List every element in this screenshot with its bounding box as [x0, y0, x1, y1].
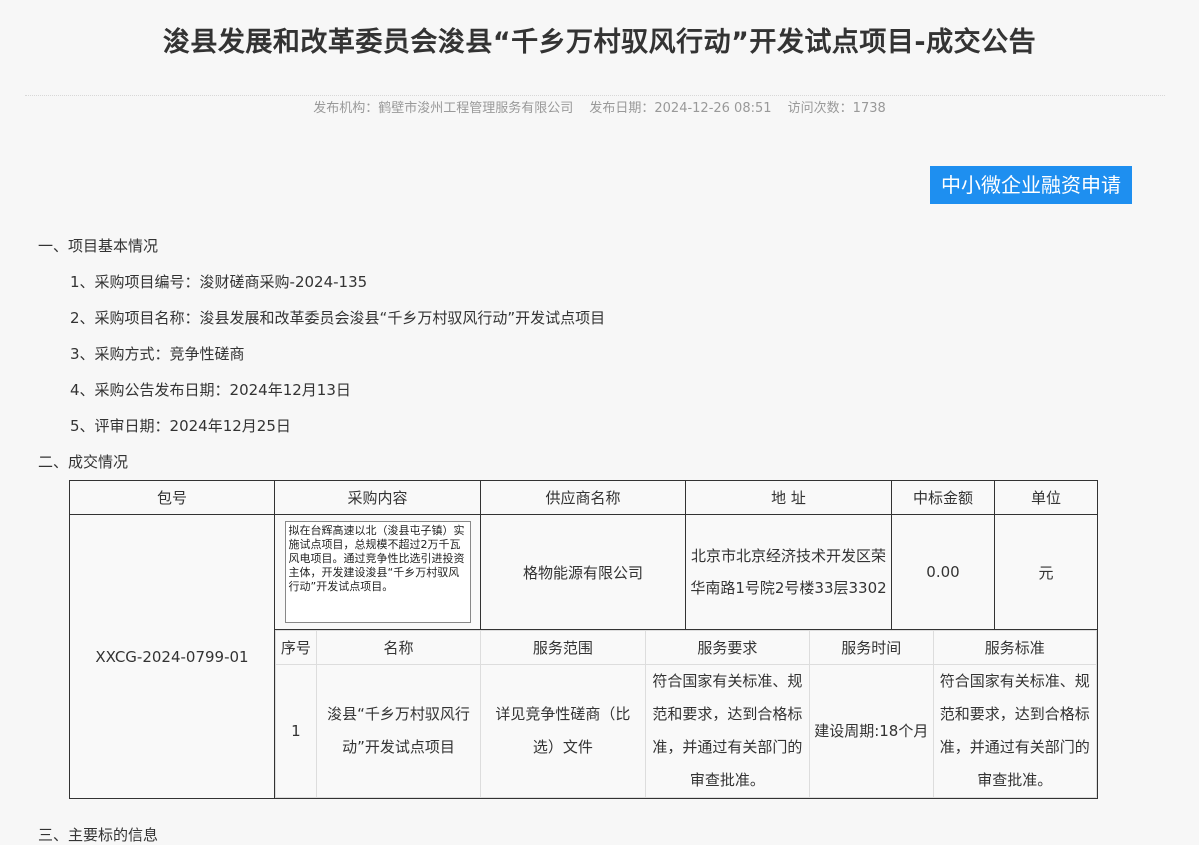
- header-content: 采购内容: [274, 480, 481, 515]
- section-basic-info: 一、项目基本情况: [38, 237, 159, 255]
- publish-meta: 发布机构：鹤壁市浚州工程管理服务有限公司 发布日期：2024-12-26 08:…: [0, 97, 1199, 116]
- service-standard: 符合国家有关标准、规范和要求，达到合格标准，并通过有关部门的审查批准。: [932, 664, 1098, 798]
- content-textarea[interactable]: 拟在台辉高速以北（浚县屯子镇）实施试点项目，总规模不超过2万千瓦风电项目。通过竞…: [284, 521, 471, 623]
- header-requirement: 服务要求: [644, 630, 811, 665]
- header-standard: 服务标准: [932, 630, 1098, 665]
- service-table-header: 序号 名称 服务范围 服务要求 服务时间 服务标准: [275, 630, 1098, 665]
- section-deal-info: 二、成交情况: [38, 453, 129, 471]
- page-title: 浚县发展和改革委员会浚县“千乡万村驭风行动”开发试点项目-成交公告: [162, 27, 1037, 58]
- header-supplier: 供应商名称: [480, 480, 686, 515]
- publish-date: 发布日期：2024-12-26 08:51: [589, 101, 772, 116]
- item-project-number: 1、采购项目编号：浚财磋商采购-2024-135: [70, 273, 368, 291]
- service-requirement: 符合国家有关标准、规范和要求，达到合格标准，并通过有关部门的审查批准。: [644, 664, 811, 798]
- header-time: 服务时间: [809, 630, 934, 665]
- visit-count: 访问次数：1738: [787, 101, 886, 116]
- item-announce-date: 4、采购公告发布日期：2024年12月13日: [70, 381, 351, 399]
- section-main-subject: 三、主要标的信息: [38, 826, 159, 844]
- deal-table: 包号 采购内容 供应商名称 地 址 中标金额 单位 XXCG-2024-0799…: [69, 480, 1098, 799]
- header-name: 名称: [315, 630, 482, 665]
- service-scope: 详见竞争性磋商（比选）文件: [480, 664, 646, 798]
- item-procurement-method: 3、采购方式：竞争性磋商: [70, 345, 245, 363]
- package-number: XXCG-2024-0799-01: [69, 514, 275, 799]
- table-row: XXCG-2024-0799-01 拟在台辉高速以北（浚县屯子镇）实施试点项目，…: [69, 514, 1098, 799]
- service-no: 1: [275, 664, 317, 798]
- deal-table-header: 包号 采购内容 供应商名称 地 址 中标金额 单位: [69, 480, 1098, 515]
- service-cell: 序号 名称 服务范围 服务要求 服务时间 服务标准 1 浚县“千乡万村驭风行动”…: [274, 629, 1098, 799]
- header-package: 包号: [69, 480, 275, 515]
- table-row: 1 浚县“千乡万村驭风行动”开发试点项目 详见竞争性磋商（比选）文件 符合国家有…: [275, 664, 1098, 798]
- finance-apply-button[interactable]: 中小微企业融资申请: [930, 166, 1132, 204]
- content-cell: 拟在台辉高速以北（浚县屯子镇）实施试点项目，总规模不超过2万千瓦风电项目。通过竞…: [274, 514, 481, 630]
- publisher: 发布机构：鹤壁市浚州工程管理服务有限公司: [313, 101, 574, 116]
- amount-unit: 元: [994, 514, 1098, 630]
- header-no: 序号: [275, 630, 317, 665]
- item-project-name: 2、采购项目名称：浚县发展和改革委员会浚县“千乡万村驭风行动”开发试点项目: [70, 309, 606, 327]
- header-address: 地 址: [685, 480, 892, 515]
- bid-amount: 0.00: [891, 514, 995, 630]
- title-divider: [25, 95, 1165, 96]
- supplier-name: 格物能源有限公司: [480, 514, 686, 630]
- service-name: 浚县“千乡万村驭风行动”开发试点项目: [315, 664, 482, 798]
- header-amount: 中标金额: [891, 480, 995, 515]
- supplier-address: 北京市北京经济技术开发区荣华南路1号院2号楼33层3302: [685, 514, 892, 630]
- service-table: 序号 名称 服务范围 服务要求 服务时间 服务标准 1 浚县“千乡万村驭风行动”…: [275, 630, 1098, 798]
- service-time: 建设周期:18个月: [809, 664, 934, 798]
- header-scope: 服务范围: [480, 630, 646, 665]
- header-unit: 单位: [994, 480, 1098, 515]
- item-review-date: 5、评审日期：2024年12月25日: [70, 417, 291, 435]
